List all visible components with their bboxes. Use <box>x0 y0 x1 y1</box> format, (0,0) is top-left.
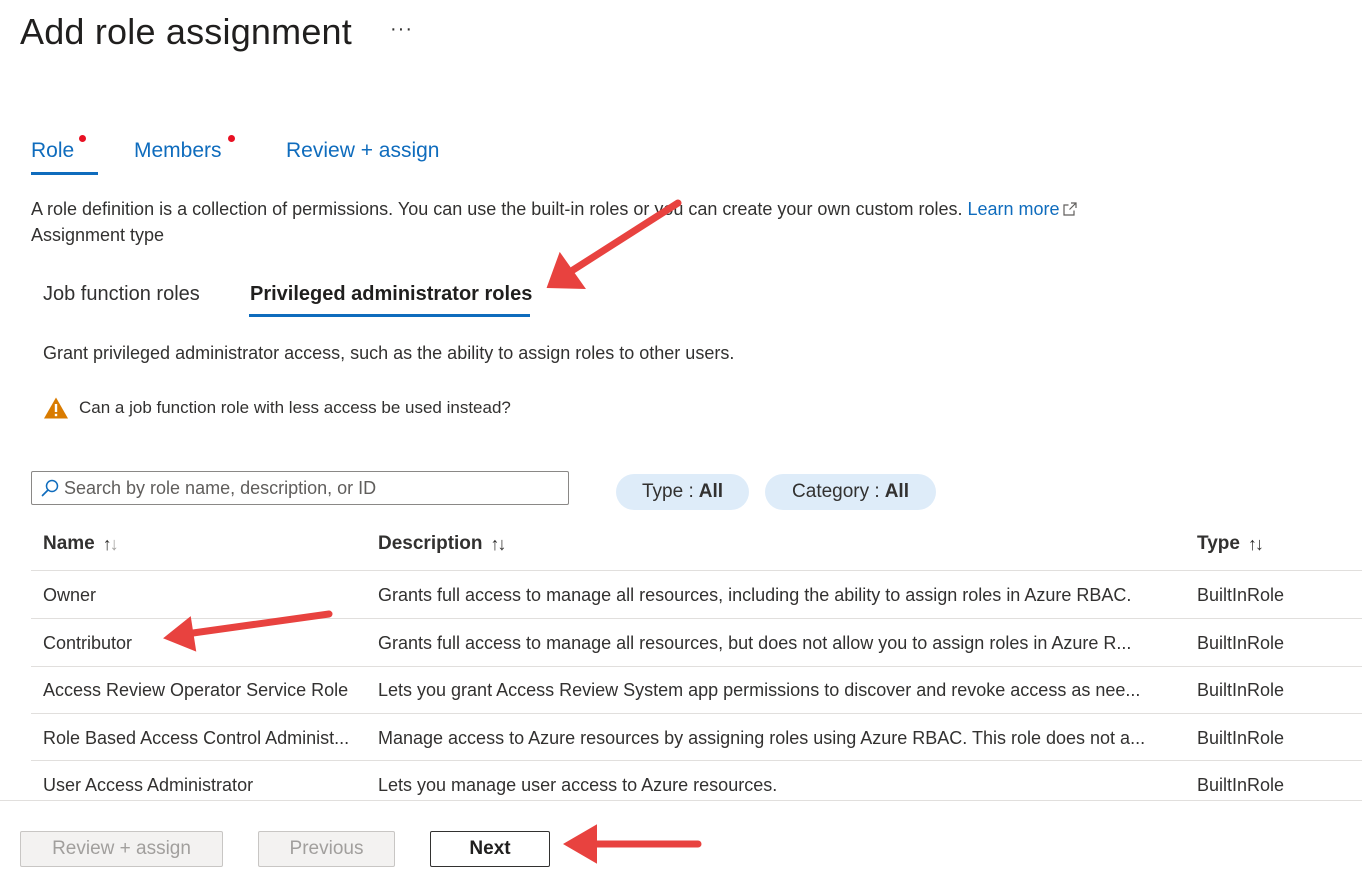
role-description: Lets you grant Access Review System app … <box>378 680 1141 700</box>
role-description: Lets you manage user access to Azure res… <box>378 775 778 795</box>
table-row[interactable]: Access Review Operator Service Role Lets… <box>31 667 1362 714</box>
role-name: Owner <box>43 585 97 605</box>
sort-icon[interactable]: ↑↓ <box>1248 534 1264 555</box>
review-assign-button[interactable]: Review + assign <box>20 831 223 867</box>
more-icon[interactable]: ··· <box>390 18 413 41</box>
tab-role[interactable]: Role <box>31 135 86 164</box>
column-name-label: Name <box>43 533 95 554</box>
required-dot <box>228 135 235 142</box>
tab-review-assign[interactable]: Review + assign <box>286 138 440 164</box>
active-subtab-indicator <box>249 314 530 317</box>
table-row[interactable]: Contributor Grants full access to manage… <box>31 619 1362 666</box>
page-title: Add role assignment <box>20 11 352 52</box>
learn-more-label: Learn more <box>967 199 1060 219</box>
table-row[interactable]: Role Based Access Control Administ... Ma… <box>31 714 1362 761</box>
role-type: BuiltInRole <box>1197 633 1285 653</box>
search-input[interactable] <box>60 473 568 503</box>
role-type: BuiltInRole <box>1197 585 1285 605</box>
footer-divider <box>0 800 1362 801</box>
category-filter-label: Category : <box>792 481 880 502</box>
tab-members[interactable]: Members <box>134 135 235 164</box>
column-header-description[interactable]: Description ↑↓ <box>378 531 507 557</box>
sort-icon[interactable]: ↑↓ <box>491 534 507 555</box>
column-header-type[interactable]: Type ↑↓ <box>1197 531 1264 557</box>
role-type: BuiltInRole <box>1197 775 1285 795</box>
table-row[interactable]: Owner Grants full access to manage all r… <box>31 571 1362 618</box>
role-definition-description: A role definition is a collection of per… <box>31 197 1077 222</box>
external-link-icon <box>1062 198 1077 222</box>
required-dot <box>79 135 86 142</box>
search-icon <box>40 478 60 498</box>
tab-role-label: Role <box>31 139 75 162</box>
sort-icon[interactable]: ↑↓ <box>103 534 119 555</box>
type-filter-pill[interactable]: Type : All <box>616 474 749 510</box>
role-description: Manage access to Azure resources by assi… <box>378 728 1146 748</box>
warning-message: Can a job function role with less access… <box>43 395 511 421</box>
warning-icon <box>43 396 69 420</box>
next-button[interactable]: Next <box>430 831 550 867</box>
role-type: BuiltInRole <box>1197 680 1285 700</box>
column-type-label: Type <box>1197 533 1240 554</box>
category-filter-value: All <box>884 481 909 502</box>
privileged-description: Grant privileged administrator access, s… <box>43 343 735 363</box>
role-type: BuiltInRole <box>1197 728 1285 748</box>
previous-button[interactable]: Previous <box>258 831 395 867</box>
role-name: User Access Administrator <box>43 775 254 795</box>
role-name: Access Review Operator Service Role <box>43 680 349 700</box>
tab-privileged-administrator-roles[interactable]: Privileged administrator roles <box>250 281 532 307</box>
role-description: Grants full access to manage all resourc… <box>378 585 1132 605</box>
tab-review-assign-label: Review + assign <box>286 139 440 162</box>
annotation-arrow <box>563 824 702 864</box>
assignment-type-label: Assignment type <box>31 225 165 245</box>
role-search-box[interactable] <box>31 471 569 505</box>
column-description-label: Description <box>378 533 483 554</box>
category-filter-pill[interactable]: Category : All <box>765 474 936 510</box>
tab-members-label: Members <box>134 139 222 162</box>
type-filter-value: All <box>698 481 724 502</box>
role-description: Grants full access to manage all resourc… <box>378 633 1132 653</box>
column-header-name[interactable]: Name ↑↓ <box>43 531 119 557</box>
warning-text: Can a job function role with less access… <box>79 398 511 417</box>
learn-more-link[interactable]: Learn more <box>968 199 1077 219</box>
role-name: Role Based Access Control Administ... <box>43 728 350 748</box>
tab-job-function-roles[interactable]: Job function roles <box>43 281 200 307</box>
active-tab-indicator <box>31 172 98 175</box>
description-text: A role definition is a collection of per… <box>31 199 963 219</box>
role-name: Contributor <box>43 633 133 653</box>
type-filter-label: Type : <box>641 481 694 502</box>
